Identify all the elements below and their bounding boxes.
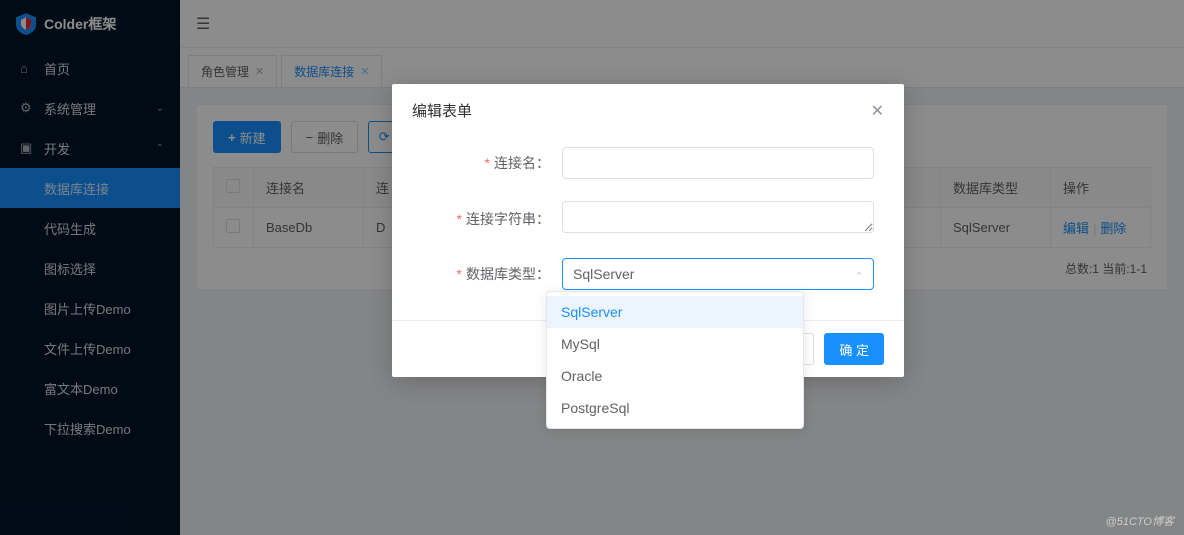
field-label-connstr: *连接字符串：	[422, 209, 562, 229]
select-value: SqlServer	[573, 266, 634, 282]
dropdown-item[interactable]: MySql	[547, 328, 803, 360]
chevron-up-icon: ⌄	[855, 269, 863, 280]
dropdown-item[interactable]: SqlServer	[547, 296, 803, 328]
modal-title: 编辑表单	[412, 100, 472, 121]
dbtype-dropdown: SqlServer MySql Oracle PostgreSql	[546, 291, 804, 429]
dbtype-select[interactable]: SqlServer ⌄	[562, 258, 874, 290]
ok-button[interactable]: 确 定	[824, 333, 884, 365]
name-input[interactable]	[562, 147, 874, 179]
button-label: 确 定	[839, 340, 869, 359]
dropdown-item[interactable]: Oracle	[547, 360, 803, 392]
dropdown-item[interactable]: PostgreSql	[547, 392, 803, 424]
field-label-dbtype: *数据库类型：	[422, 264, 562, 284]
close-icon[interactable]: ✕	[871, 101, 884, 121]
connstr-input[interactable]	[562, 201, 874, 233]
watermark: @51CTO博客	[1106, 513, 1174, 529]
field-label-name: *连接名：	[422, 153, 562, 173]
